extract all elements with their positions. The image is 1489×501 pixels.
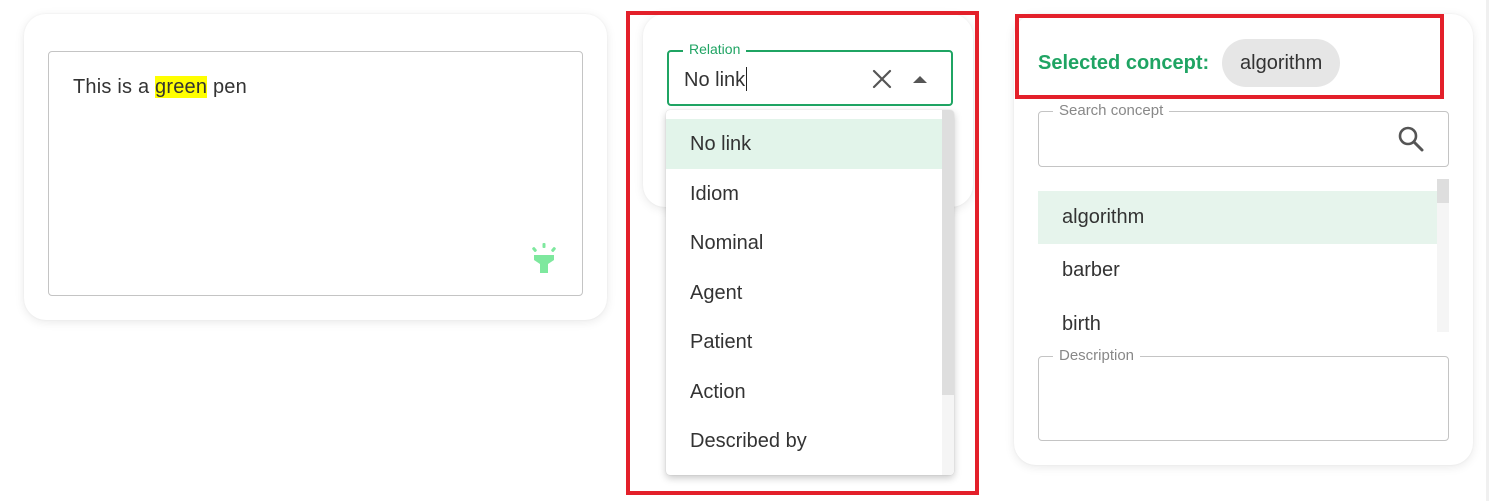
concept-item-birth[interactable]: birth: [1038, 298, 1437, 332]
relation-input[interactable]: No link: [684, 67, 748, 92]
description-label: Description: [1053, 347, 1141, 364]
description-input[interactable]: [1053, 371, 1433, 429]
lightbulb-hint-icon[interactable]: [530, 243, 558, 275]
search-input[interactable]: [1053, 126, 1383, 152]
highlighted-word[interactable]: green: [155, 76, 208, 98]
concept-list-scrollbar[interactable]: [1437, 179, 1449, 332]
relation-label: Relation: [683, 41, 747, 57]
relation-option-no-link[interactable]: No link: [666, 119, 942, 169]
search-concept-label: Search concept: [1053, 102, 1170, 119]
caret-up-icon[interactable]: [907, 66, 933, 92]
concept-item-barber[interactable]: barber: [1038, 244, 1437, 297]
relation-option-nominal[interactable]: Nominal: [666, 218, 942, 268]
selected-concept-label: Selected concept:: [1038, 52, 1210, 74]
relation-select[interactable]: Relation No link: [667, 41, 953, 106]
concept-card: Selected concept: algorithm Search conce…: [1014, 14, 1473, 465]
relation-option-agent[interactable]: Agent: [666, 268, 942, 318]
dropdown-scrollbar[interactable]: [942, 110, 954, 475]
dropdown-scrollbar-thumb[interactable]: [942, 110, 954, 395]
description-field[interactable]: Description: [1038, 347, 1449, 441]
sentence-text: This is a green pen: [73, 76, 247, 99]
concept-item-algorithm[interactable]: algorithm: [1038, 191, 1437, 244]
relation-option-patient[interactable]: Patient: [666, 317, 942, 367]
relation-option-described-by[interactable]: Described by: [666, 416, 942, 466]
relation-option-action[interactable]: Action: [666, 367, 942, 417]
search-icon[interactable]: [1396, 124, 1426, 154]
concept-list[interactable]: algorithm barber birth: [1038, 179, 1449, 332]
search-concept-field[interactable]: Search concept: [1038, 102, 1449, 167]
text-cursor: [746, 67, 748, 91]
concept-list-scrollbar-thumb[interactable]: [1437, 179, 1449, 203]
relation-value-text: No link: [684, 69, 746, 91]
sentence-text-area[interactable]: This is a green pen: [48, 51, 583, 296]
sentence-before: This is a: [73, 76, 156, 98]
close-icon[interactable]: [869, 66, 895, 92]
selected-concept-chip[interactable]: algorithm: [1222, 39, 1341, 87]
relation-dropdown-list[interactable]: No link Idiom Nominal Agent Patient Acti…: [666, 110, 954, 475]
relation-option-idiom[interactable]: Idiom: [666, 169, 942, 219]
sentence-card: This is a green pen: [24, 14, 607, 320]
sentence-after: pen: [207, 76, 247, 98]
